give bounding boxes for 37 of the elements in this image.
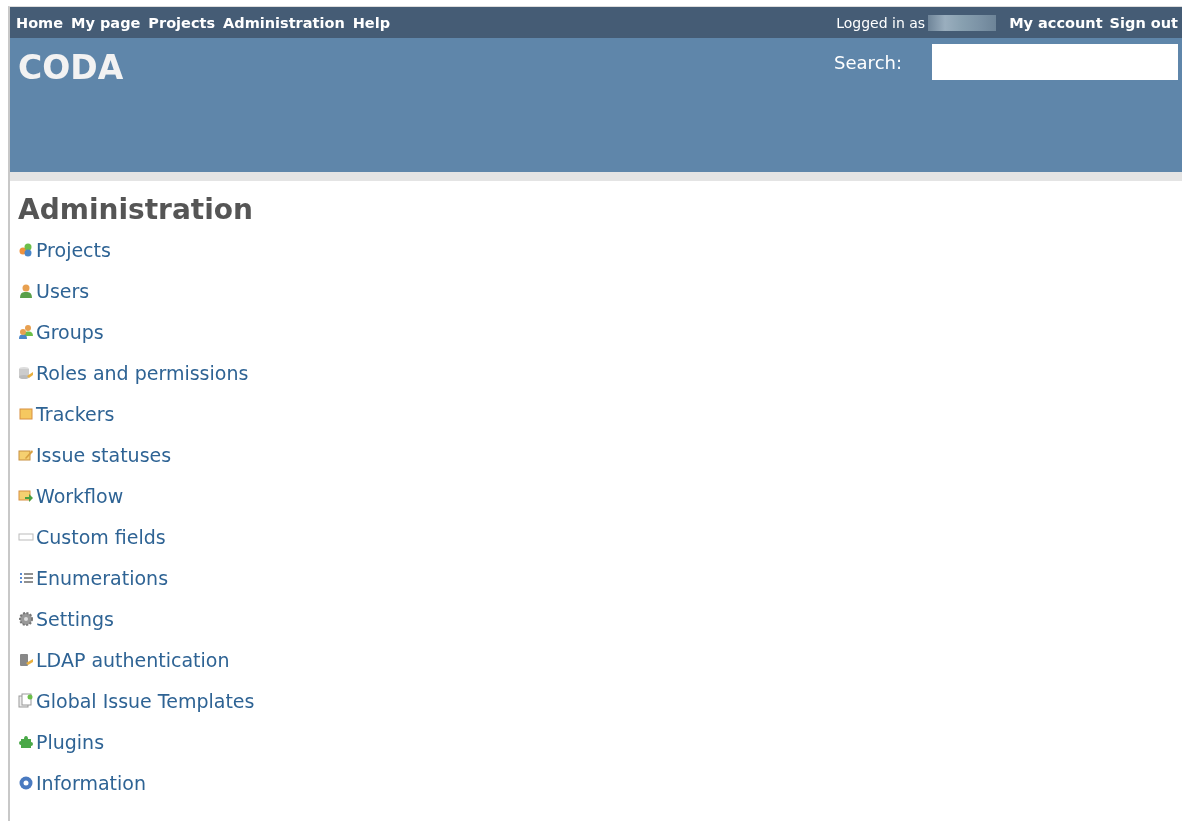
tracker-icon xyxy=(18,405,34,422)
logged-in-label: Logged in as xyxy=(836,14,926,31)
site-title: CODA xyxy=(18,48,124,87)
admin-link[interactable]: Trackers xyxy=(36,402,115,425)
user-icon xyxy=(18,282,34,299)
menu-link[interactable]: Administration xyxy=(223,14,345,31)
admin-link[interactable]: Settings xyxy=(36,607,114,630)
menu-link[interactable]: Help xyxy=(352,14,391,31)
admin-link[interactable]: Plugins xyxy=(36,730,105,753)
admin-link[interactable]: Users xyxy=(36,279,90,302)
admin-link[interactable]: Workflow xyxy=(36,484,124,507)
database-key-icon xyxy=(18,364,34,381)
menu-link[interactable]: My page xyxy=(71,14,141,31)
admin-link[interactable]: Issue statuses xyxy=(36,443,172,466)
menu-link[interactable]: Home xyxy=(16,14,64,31)
redacted-username xyxy=(928,14,997,31)
admin-link[interactable]: Information xyxy=(36,771,146,794)
menu-link[interactable]: Projects xyxy=(148,14,216,31)
admin-link[interactable]: LDAP authentication xyxy=(36,648,230,671)
page-heading: Administration xyxy=(18,193,254,226)
account-link[interactable]: Sign out xyxy=(1109,14,1178,31)
search-field[interactable] xyxy=(932,44,1178,80)
puzzle-icon xyxy=(18,733,34,750)
server-key-icon xyxy=(18,651,34,668)
template-icon xyxy=(18,692,34,709)
settings-icon xyxy=(18,610,34,627)
admin-link[interactable]: Groups xyxy=(36,320,104,343)
projects-icon xyxy=(18,241,34,258)
account-link[interactable]: My account xyxy=(1009,14,1103,31)
search-label: Search: xyxy=(834,51,902,73)
admin-link[interactable]: Global Issue Templates xyxy=(36,689,255,712)
admin-link[interactable]: Enumerations xyxy=(36,566,169,589)
admin-link[interactable]: Custom fields xyxy=(36,525,166,548)
group-icon xyxy=(18,323,34,340)
admin-link[interactable]: Projects xyxy=(36,238,111,261)
admin-link[interactable]: Roles and permissions xyxy=(36,361,249,384)
arrow-note-icon xyxy=(18,487,34,504)
